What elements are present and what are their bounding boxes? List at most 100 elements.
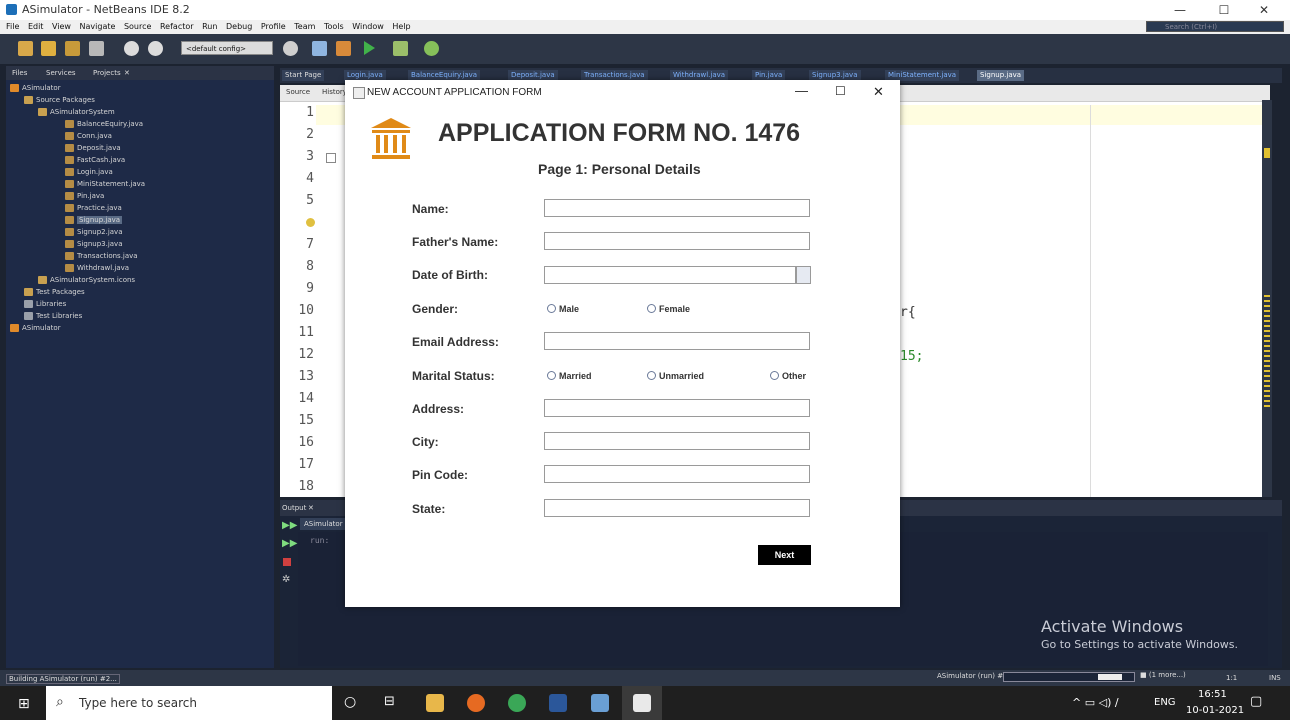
close-output-icon[interactable]: ✕ xyxy=(308,504,314,512)
close-button[interactable]: ✕ xyxy=(1242,0,1286,20)
tree-item[interactable]: ASimulatorSystem.icons xyxy=(38,276,135,284)
tray-icons[interactable]: ^ ▭ ◁) ∕ xyxy=(1072,696,1119,709)
menu-profile[interactable]: Profile xyxy=(261,20,286,34)
menu-help[interactable]: Help xyxy=(392,20,410,34)
save-all-icon[interactable] xyxy=(89,41,104,56)
tree-item[interactable]: MiniStatement.java xyxy=(65,180,145,188)
calendar-icon[interactable] xyxy=(796,266,811,284)
gender-male-radio[interactable]: Male xyxy=(547,304,579,314)
clock-date[interactable]: 10-01-2021 xyxy=(1186,705,1244,716)
maximize-button[interactable]: ☐ xyxy=(1202,0,1246,20)
tab-signup[interactable]: Signup.java xyxy=(977,70,1025,81)
tree-item[interactable]: Deposit.java xyxy=(65,144,121,152)
dialog-close-button[interactable]: ✕ xyxy=(873,84,884,100)
settings-icon[interactable]: ✲ xyxy=(282,574,290,585)
debug-icon[interactable] xyxy=(393,41,408,56)
rerun-icon[interactable]: ▶▶ xyxy=(282,520,297,531)
tree-item[interactable]: Transactions.java xyxy=(65,252,138,260)
menu-edit[interactable]: Edit xyxy=(28,20,44,34)
gender-female-radio[interactable]: Female xyxy=(647,304,690,314)
dialog-minimize-button[interactable]: — xyxy=(795,83,808,98)
hint-bulb-icon[interactable] xyxy=(306,218,315,227)
tab-projects[interactable]: Projects xyxy=(93,69,121,77)
tree-item[interactable]: Test Libraries xyxy=(24,312,82,320)
dialog-maximize-button[interactable]: ☐ xyxy=(835,84,846,98)
tree-item[interactable]: Login.java xyxy=(65,168,113,176)
tree-item-selected[interactable]: Signup.java xyxy=(65,216,123,224)
menu-tools[interactable]: Tools xyxy=(324,20,344,34)
tree-item[interactable]: Pin.java xyxy=(65,192,104,200)
city-field[interactable] xyxy=(544,432,810,450)
clean-build-icon[interactable] xyxy=(336,41,351,56)
java-app-taskbar-item[interactable] xyxy=(622,686,662,720)
tree-item[interactable]: Libraries xyxy=(24,300,66,308)
email-field[interactable] xyxy=(544,332,810,350)
rerun-options-icon[interactable]: ▶▶ xyxy=(282,538,297,549)
editor-scrollbar[interactable] xyxy=(1262,100,1272,497)
marital-married-radio[interactable]: Married xyxy=(547,371,592,381)
undo-icon[interactable] xyxy=(124,41,139,56)
minimize-button[interactable]: — xyxy=(1158,0,1202,20)
run-icon[interactable] xyxy=(364,41,375,55)
pin-code-field[interactable] xyxy=(544,465,810,483)
history-tab[interactable]: History xyxy=(322,88,347,96)
clock-time[interactable]: 16:51 xyxy=(1198,689,1227,700)
chrome-icon[interactable] xyxy=(508,694,526,712)
taskbar-search[interactable]: ⌕ Type here to search xyxy=(46,686,332,720)
marital-unmarried-radio[interactable]: Unmarried xyxy=(647,371,704,381)
tree-item[interactable]: Signup2.java xyxy=(65,228,123,236)
tree-item[interactable]: Practice.java xyxy=(65,204,122,212)
firefox-icon[interactable] xyxy=(467,694,485,712)
tab-services[interactable]: Services xyxy=(46,69,76,77)
next-button[interactable]: Next xyxy=(758,545,811,565)
menu-navigate[interactable]: Navigate xyxy=(80,20,116,34)
tab-files[interactable]: Files xyxy=(12,69,27,77)
menu-team[interactable]: Team xyxy=(294,20,315,34)
marital-other-radio[interactable]: Other xyxy=(770,371,806,381)
file-explorer-icon[interactable] xyxy=(426,694,444,712)
tree-item[interactable]: ASimulator xyxy=(10,324,61,332)
menu-refactor[interactable]: Refactor xyxy=(160,20,194,34)
word-icon[interactable] xyxy=(549,694,567,712)
address-field[interactable] xyxy=(544,399,810,417)
father-name-field[interactable] xyxy=(544,232,810,250)
dob-field[interactable] xyxy=(544,266,796,284)
build-hammer-icon[interactable] xyxy=(312,41,327,56)
menu-debug[interactable]: Debug xyxy=(226,20,252,34)
close-tab-icon[interactable]: ✕ xyxy=(124,69,130,77)
ide-search-input[interactable]: Search (Ctrl+I) xyxy=(1146,21,1284,32)
stop-icon[interactable] xyxy=(283,558,291,566)
redo-icon[interactable] xyxy=(148,41,163,56)
tree-item[interactable]: FastCash.java xyxy=(65,156,125,164)
profile-icon[interactable] xyxy=(424,41,439,56)
tree-item[interactable]: Conn.java xyxy=(65,132,112,140)
new-project-icon[interactable] xyxy=(18,41,33,56)
virtualbox-icon[interactable] xyxy=(591,694,609,712)
tree-item[interactable]: Signup3.java xyxy=(65,240,123,248)
status-more[interactable]: ■ (1 more...) xyxy=(1140,671,1186,679)
tree-item[interactable]: Source Packages xyxy=(24,96,95,104)
menu-view[interactable]: View xyxy=(52,20,71,34)
fold-collapse-icon[interactable] xyxy=(326,153,336,163)
language-indicator[interactable]: ENG xyxy=(1154,697,1176,708)
tree-item[interactable]: ASimulatorSystem xyxy=(38,108,115,116)
settings-gear-icon[interactable] xyxy=(283,41,298,56)
tree-item[interactable]: Test Packages xyxy=(24,288,85,296)
config-select[interactable]: <default config> xyxy=(181,41,273,55)
state-field[interactable] xyxy=(544,499,810,517)
name-field[interactable] xyxy=(544,199,810,217)
tab-start-page[interactable]: Start Page xyxy=(282,70,325,81)
open-project-icon[interactable] xyxy=(65,41,80,56)
menu-window[interactable]: Window xyxy=(352,20,384,34)
new-file-icon[interactable] xyxy=(41,41,56,56)
tree-item[interactable]: ASimulator xyxy=(10,84,61,92)
menu-source[interactable]: Source xyxy=(124,20,151,34)
notification-icon[interactable]: ▢ xyxy=(1250,694,1262,709)
tree-item[interactable]: Withdrawl.java xyxy=(65,264,129,272)
menu-run[interactable]: Run xyxy=(202,20,217,34)
source-tab[interactable]: Source xyxy=(286,88,310,96)
task-view-icon[interactable]: ⊟ xyxy=(384,694,395,709)
cortana-icon[interactable]: ○ xyxy=(344,694,356,710)
tree-item[interactable]: BalanceEquiry.java xyxy=(65,120,143,128)
menu-file[interactable]: File xyxy=(6,20,19,34)
